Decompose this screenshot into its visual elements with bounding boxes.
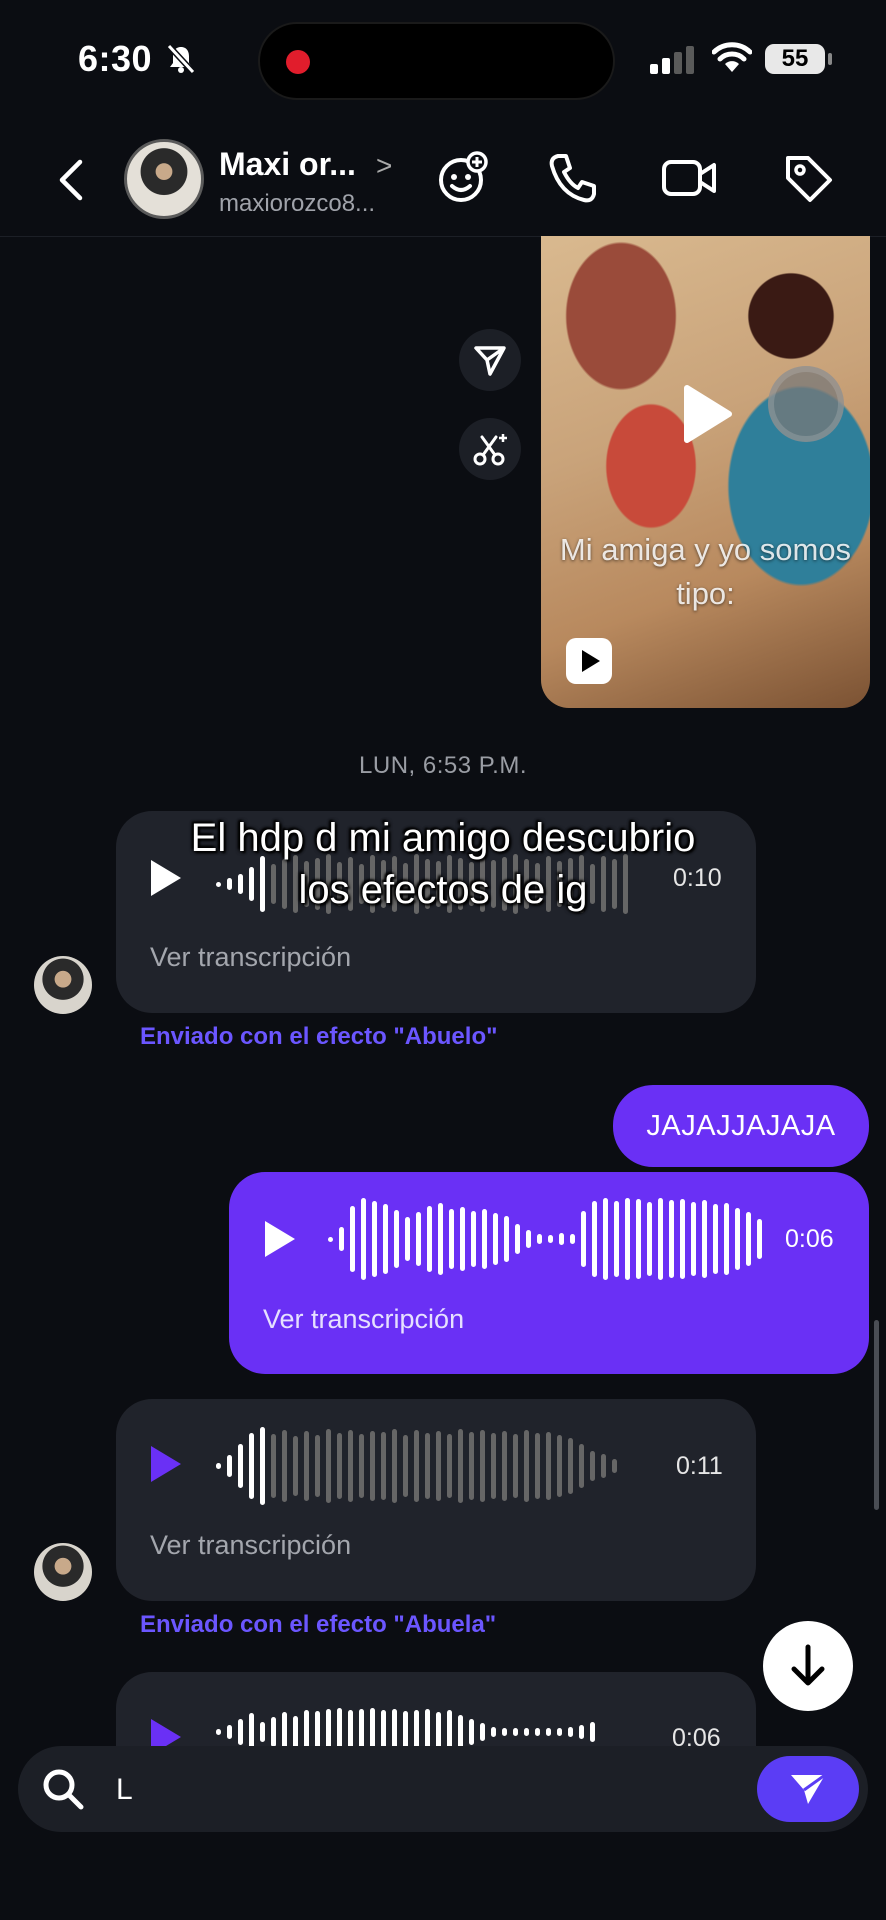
waveform <box>216 1692 595 1746</box>
recording-dot-icon <box>286 50 310 74</box>
contact-avatar-small[interactable] <box>34 1543 92 1601</box>
status-time: 6:30 <box>78 38 153 79</box>
video-icon[interactable] <box>660 150 720 206</box>
transcript-link[interactable]: Ver transcripción <box>150 942 351 973</box>
contact-username[interactable]: maxiorozco8... <box>219 190 375 218</box>
battery-level: 55 <box>781 45 809 72</box>
voice-duration: 0:06 <box>672 1724 721 1746</box>
voice-duration: 0:06 <box>785 1225 834 1253</box>
back-icon[interactable] <box>52 156 92 204</box>
send-button[interactable] <box>757 1756 859 1822</box>
scrollbar[interactable] <box>874 1320 879 1510</box>
send-icon <box>791 1773 826 1804</box>
timestamp-divider: LUN, 6:53 P.M. <box>359 752 527 779</box>
reel-caption: Mi amiga y yo somos tipo: <box>559 532 852 611</box>
text-message-outgoing[interactable]: JAJAJJAJAJA <box>613 1085 869 1167</box>
search-icon[interactable] <box>40 1766 86 1812</box>
sticker-icon[interactable] <box>435 150 491 206</box>
transcript-link[interactable]: Ver transcripción <box>150 1530 351 1561</box>
remix-button[interactable] <box>459 418 521 480</box>
dynamic-island <box>258 22 615 100</box>
waveform <box>216 1426 617 1506</box>
play-icon[interactable] <box>151 1446 181 1482</box>
play-icon[interactable] <box>681 384 733 444</box>
mute-icon <box>166 44 196 74</box>
battery-tip <box>828 53 832 65</box>
overlay-caption: El hdp d mi amigo descubrio los efectos … <box>0 812 886 916</box>
play-icon[interactable] <box>151 1719 181 1746</box>
scissors-icon <box>473 434 507 466</box>
chevron-right-icon: > <box>376 150 393 181</box>
contact-avatar-small[interactable] <box>34 956 92 1014</box>
arrow-down-icon <box>791 1644 825 1686</box>
share-button[interactable] <box>459 329 521 391</box>
overlay-caption-line: los efectos de ig <box>298 868 588 912</box>
message-input[interactable] <box>116 1768 716 1812</box>
effect-note: Enviado con el efecto "Abuelo" <box>140 1023 498 1050</box>
contact-name[interactable]: Maxi or... <box>219 146 356 183</box>
message-clip: 0:06 <box>0 1672 886 1746</box>
play-icon[interactable] <box>265 1221 295 1257</box>
tag-icon[interactable] <box>780 150 836 206</box>
overlay-caption-line: El hdp d mi amigo descubrio <box>190 816 696 860</box>
waveform <box>328 1196 762 1282</box>
effect-note: Enviado con el efecto "Abuela" <box>140 1611 497 1638</box>
reel-overlay-circle <box>768 366 844 442</box>
transcript-link[interactable]: Ver transcripción <box>263 1304 464 1335</box>
voice-duration: 0:11 <box>676 1452 723 1480</box>
signal-icon <box>650 46 694 74</box>
reel-icon-triangle <box>582 650 600 672</box>
phone-icon[interactable] <box>544 150 600 206</box>
share-icon <box>474 346 506 376</box>
contact-avatar[interactable] <box>124 139 204 219</box>
wifi-icon <box>712 42 752 72</box>
scroll-to-bottom-button[interactable] <box>763 1621 853 1711</box>
